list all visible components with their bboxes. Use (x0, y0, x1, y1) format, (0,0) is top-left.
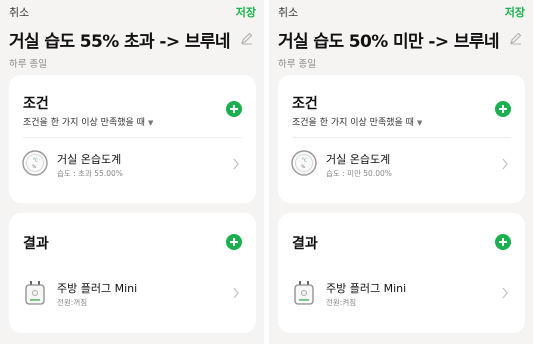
svg-text:%: % (32, 164, 37, 170)
condition-match-label: 조건을 한 가지 이상 만족했을 때 (23, 118, 145, 128)
device-name: 주방 플러그 Mini (326, 282, 407, 295)
schedule-label: 하루 종일 (278, 59, 316, 70)
title-row: 거실 습도 50% 미만 -> 브루네 ... (278, 27, 525, 53)
add-condition-button[interactable] (226, 101, 242, 117)
chevron-down-icon: ▼ (147, 119, 154, 127)
top-bar: 취소 저장 (278, 4, 525, 20)
add-result-button[interactable] (226, 234, 242, 250)
svg-text:°c: °c (302, 158, 308, 164)
cancel-button[interactable]: 취소 (278, 4, 298, 20)
condition-device-row[interactable]: °c % 거실 온습도계 습도 : 미만 50.00% (278, 144, 525, 184)
thermo-hygrometer-icon: °c % (22, 150, 48, 176)
device-status: 습도 : 미만 50.00% (326, 169, 392, 178)
edit-icon[interactable] (509, 31, 523, 45)
condition-title: 조건 (23, 96, 49, 112)
device-name: 주방 플러그 Mini (57, 282, 138, 295)
chevron-down-icon: ▼ (416, 119, 423, 127)
device-status: 습도 : 초과 55.00% (57, 169, 123, 178)
chevron-right-icon (233, 158, 239, 170)
automation-panel-left: 취소 저장 거실 습도 55% 초과 -> 브루네 ... 하루 종일 조건 조… (0, 0, 264, 344)
smart-plug-icon (294, 281, 314, 305)
chevron-right-icon (502, 158, 508, 170)
automation-panel-right: 취소 저장 거실 습도 50% 미만 -> 브루네 ... 하루 종일 조건 조… (269, 0, 533, 344)
condition-match-label: 조건을 한 가지 이상 만족했을 때 (292, 118, 414, 128)
chevron-right-icon (502, 287, 508, 299)
condition-device-row[interactable]: °c % 거실 온습도계 습도 : 초과 55.00% (9, 144, 256, 184)
svg-text:%: % (301, 164, 306, 170)
page-title: 거실 습도 50% 미만 -> 브루네 ... (278, 32, 504, 52)
result-device-row[interactable]: 주방 플러그 Mini 전원:켜짐 (278, 273, 525, 313)
divider (23, 137, 242, 138)
result-card: 결과 주방 플러그 Mini 전원:켜짐 (278, 213, 525, 333)
condition-match-dropdown[interactable]: 조건을 한 가지 이상 만족했을 때 ▼ (23, 115, 153, 128)
condition-card: 조건 조건을 한 가지 이상 만족했을 때 ▼ °c % 거실 온습도계 습도 :… (9, 75, 256, 203)
top-bar: 취소 저장 (9, 4, 256, 20)
device-name: 거실 온습도계 (57, 153, 122, 166)
schedule-label: 하루 종일 (9, 59, 47, 70)
edit-icon[interactable] (240, 31, 254, 45)
page-title: 거실 습도 55% 초과 -> 브루네 ... (9, 32, 235, 52)
save-button[interactable]: 저장 (505, 4, 525, 20)
save-button[interactable]: 저장 (236, 4, 256, 20)
add-condition-button[interactable] (495, 101, 511, 117)
add-result-button[interactable] (495, 234, 511, 250)
condition-match-dropdown[interactable]: 조건을 한 가지 이상 만족했을 때 ▼ (292, 115, 422, 128)
device-status: 전원:꺼짐 (57, 298, 88, 307)
thermo-hygrometer-icon: °c % (291, 150, 317, 176)
result-title: 결과 (23, 236, 49, 252)
result-device-row[interactable]: 주방 플러그 Mini 전원:꺼짐 (9, 273, 256, 313)
result-card: 결과 주방 플러그 Mini 전원:꺼짐 (9, 213, 256, 333)
svg-text:°c: °c (33, 158, 39, 164)
chevron-right-icon (233, 287, 239, 299)
device-name: 거실 온습도계 (326, 153, 391, 166)
divider (292, 137, 511, 138)
title-row: 거실 습도 55% 초과 -> 브루네 ... (9, 27, 256, 53)
smart-plug-icon (25, 281, 45, 305)
condition-card: 조건 조건을 한 가지 이상 만족했을 때 ▼ °c % 거실 온습도계 습도 :… (278, 75, 525, 203)
cancel-button[interactable]: 취소 (9, 4, 29, 20)
result-title: 결과 (292, 236, 318, 252)
condition-title: 조건 (292, 96, 318, 112)
device-status: 전원:켜짐 (326, 298, 357, 307)
